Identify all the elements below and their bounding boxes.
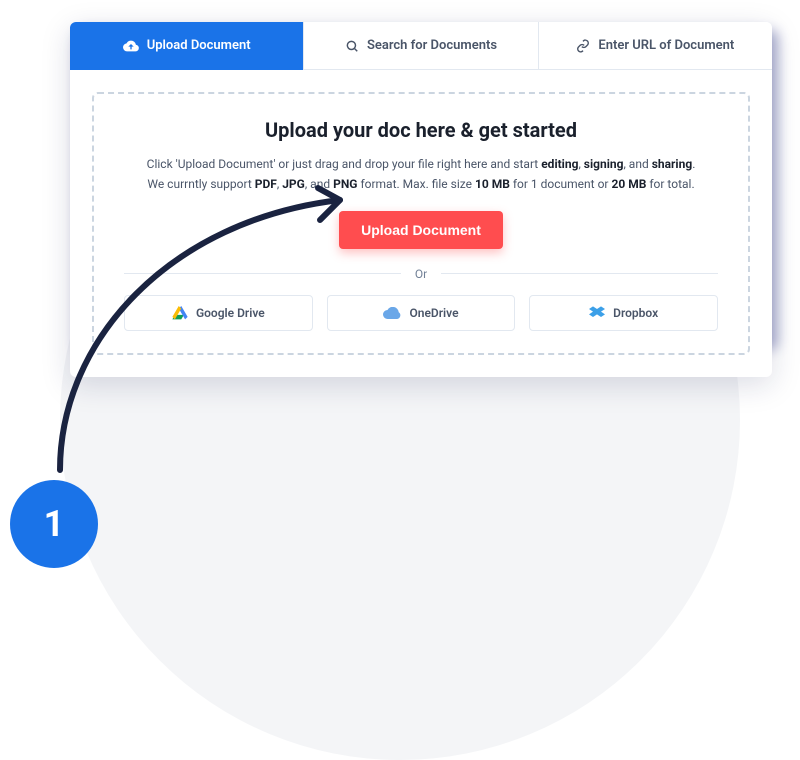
tab-search-label: Search for Documents (367, 38, 497, 53)
tab-bar: Upload Document Search for Documents Ent… (70, 22, 772, 70)
tab-enter-url[interactable]: Enter URL of Document (538, 22, 772, 70)
provider-onedrive-label: OneDrive (409, 306, 458, 320)
dropzone-container: Upload your doc here & get started Click… (70, 70, 772, 377)
google-drive-icon (172, 306, 188, 320)
upload-document-button[interactable]: Upload Document (339, 211, 503, 249)
provider-row: Google Drive OneDrive Dropbox (124, 295, 718, 331)
step-number-badge: 1 (10, 480, 98, 568)
provider-gdrive-label: Google Drive (196, 306, 265, 320)
dropzone-title: Upload your doc here & get started (124, 118, 718, 142)
upload-panel: Upload Document Search for Documents Ent… (70, 22, 772, 377)
onedrive-icon (383, 307, 401, 319)
step-number: 1 (44, 503, 65, 545)
tab-upload-label: Upload Document (147, 38, 251, 53)
search-icon (345, 39, 359, 53)
provider-dropbox[interactable]: Dropbox (529, 295, 718, 331)
dropzone[interactable]: Upload your doc here & get started Click… (92, 92, 750, 355)
tab-upload-document[interactable]: Upload Document (70, 22, 303, 70)
link-icon (576, 39, 590, 53)
provider-onedrive[interactable]: OneDrive (327, 295, 516, 331)
dropzone-subtitle: Click 'Upload Document' or just drag and… (124, 154, 718, 195)
cloud-upload-icon (123, 38, 139, 54)
tab-search-documents[interactable]: Search for Documents (303, 22, 537, 70)
or-divider: Or (124, 267, 718, 281)
tab-url-label: Enter URL of Document (598, 38, 734, 53)
dropbox-icon (589, 306, 605, 320)
provider-google-drive[interactable]: Google Drive (124, 295, 313, 331)
provider-dropbox-label: Dropbox (613, 306, 658, 320)
